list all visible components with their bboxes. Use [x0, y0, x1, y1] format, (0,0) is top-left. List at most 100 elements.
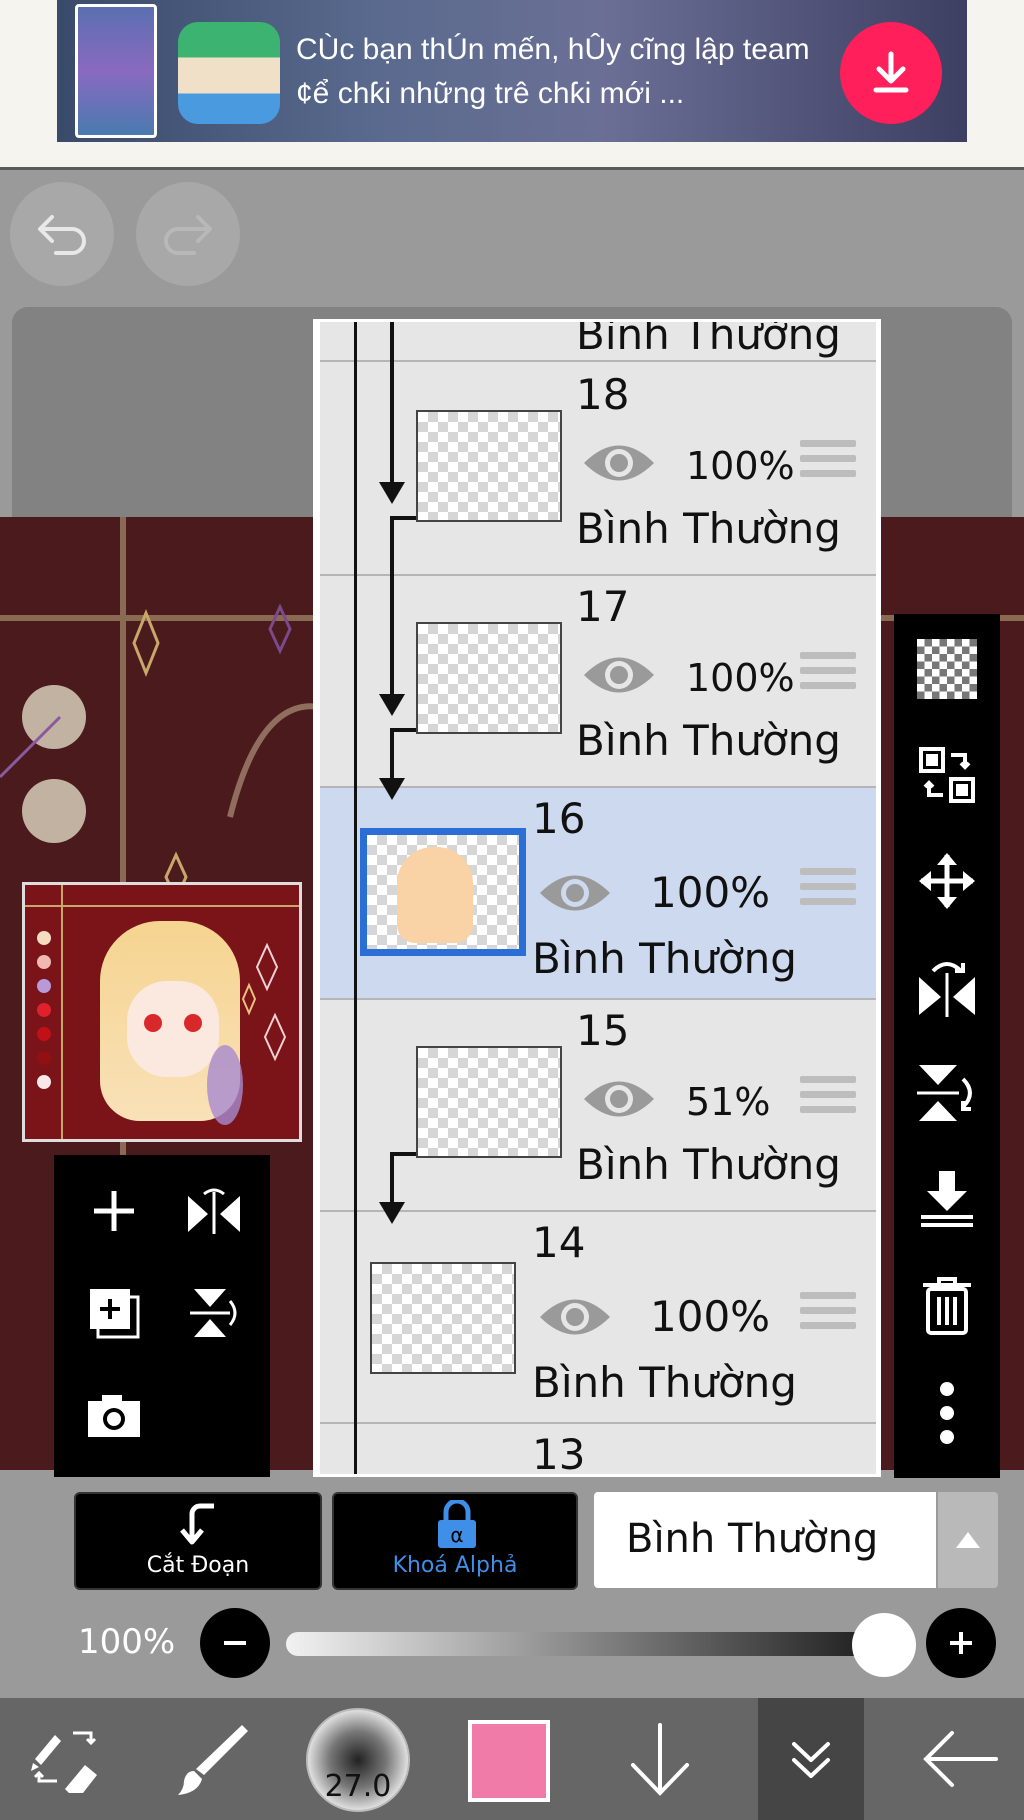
eye-icon[interactable] [582, 438, 656, 488]
swap-layer-icon [919, 747, 975, 803]
ad-banner[interactable]: CÙc bạn thÚn mến, hÛy cĩng lập team ¢ể c… [0, 0, 1024, 170]
merge-down-icon [921, 1171, 973, 1227]
clipping-icon [180, 1503, 214, 1545]
flip-v-icon [190, 1289, 237, 1337]
clip-arrow-head [379, 778, 405, 800]
tool-switch-button[interactable] [10, 1698, 120, 1820]
arrow-down-icon [631, 1723, 689, 1796]
opacity-value: 100% [78, 1622, 176, 1662]
duplicate-layer-button[interactable] [68, 1267, 160, 1359]
layer-thumbnail [416, 410, 562, 522]
drag-handle-icon[interactable] [800, 1292, 856, 1336]
eye-icon[interactable] [582, 650, 656, 700]
move-icon [919, 853, 975, 909]
layer-row-partial[interactable]: 13 [320, 1424, 876, 1477]
layer-blend-mode: Bình Thường [576, 504, 841, 553]
delete-layer-button[interactable] [908, 1266, 986, 1344]
layer-blend-mode: Bình Thường [576, 716, 841, 765]
layer-quick-panel [54, 1155, 270, 1477]
layer-tree-line [354, 322, 357, 1474]
alpha-lock-label: Khoá Alphả [392, 1553, 518, 1578]
camera-button[interactable] [68, 1369, 160, 1461]
download-button[interactable] [840, 22, 942, 124]
duplicate-layer-icon [90, 1289, 140, 1339]
transparency-button[interactable] [908, 630, 986, 708]
swap-layer-button[interactable] [908, 736, 986, 814]
drag-handle-icon[interactable] [800, 652, 856, 696]
layer-row[interactable]: 15 51% Bình Thường [320, 1000, 876, 1212]
layer-panel[interactable]: Bình Thường 18 100% Bình Thường 17 100% [313, 319, 881, 1477]
layer-row-selected[interactable]: 16 100% Bình Thường [320, 788, 876, 1000]
layer-opacity: 100% [650, 1292, 771, 1341]
layer-opacity: 100% [686, 444, 795, 488]
more-icon [940, 1382, 954, 1444]
ad-text: CÙc bạn thÚn mến, hÛy cĩng lập team ¢ể c… [296, 33, 810, 110]
merge-down-button[interactable] [908, 1160, 986, 1238]
arrow-left-icon [923, 1731, 998, 1787]
layer-row[interactable]: 14 100% Bình Thường [320, 1212, 876, 1424]
back-button[interactable] [900, 1698, 1020, 1820]
flip-horizontal-button[interactable] [908, 948, 986, 1026]
alpha-lock-button[interactable]: α Khoá Alphả [332, 1492, 578, 1590]
brush-tool-button[interactable] [160, 1698, 260, 1820]
layer-number: 15 [576, 1006, 630, 1055]
drag-handle-icon[interactable] [800, 1076, 856, 1120]
opacity-increase-button[interactable] [926, 1608, 996, 1678]
clip-arrow [390, 322, 394, 482]
opacity-slider-handle[interactable] [852, 1613, 916, 1677]
clip-arrow-head [379, 1202, 405, 1224]
color-picker-button[interactable] [468, 1720, 550, 1802]
clip-arrow-head [379, 482, 405, 504]
flip-v-button[interactable] [168, 1267, 260, 1359]
clip-arrow [390, 728, 394, 778]
plus-icon [950, 1632, 972, 1654]
layer-blend-mode: Bình Thường [576, 319, 841, 359]
brush-size-value: 27.0 [324, 1769, 392, 1804]
layer-row[interactable]: 17 100% Bình Thường [320, 576, 876, 788]
layer-list[interactable]: Bình Thường 18 100% Bình Thường 17 100% [320, 322, 876, 1474]
layer-thumbnail [360, 828, 526, 956]
eye-icon[interactable] [538, 1292, 612, 1342]
undo-button[interactable] [10, 182, 114, 286]
more-options-button[interactable] [908, 1374, 986, 1452]
eye-icon[interactable] [538, 868, 612, 918]
layer-opacity: 51% [686, 1080, 771, 1124]
move-down-button[interactable] [610, 1698, 710, 1820]
undo-icon [38, 215, 86, 255]
blend-mode-dropdown-button[interactable] [938, 1492, 998, 1588]
minus-icon [224, 1641, 246, 1645]
layer-row[interactable]: 18 100% Bình Thường [320, 364, 876, 576]
chevron-up-icon [956, 1532, 980, 1548]
blend-mode-value: Bình Thường [626, 1516, 879, 1562]
brush-icon [178, 1725, 248, 1795]
opacity-slider[interactable] [286, 1632, 886, 1656]
flip-h-button[interactable] [168, 1165, 260, 1257]
opacity-decrease-button[interactable] [200, 1608, 270, 1678]
layer-row-partial[interactable]: Bình Thường [320, 319, 876, 362]
add-layer-button[interactable] [68, 1165, 160, 1257]
drag-handle-icon[interactable] [800, 440, 856, 484]
clip-arrow [390, 1152, 394, 1202]
eye-icon[interactable] [582, 1074, 656, 1124]
layer-number: 14 [532, 1218, 586, 1267]
camera-icon [88, 1395, 140, 1437]
preview-decoration [144, 942, 287, 1125]
layer-number: 13 [532, 1430, 586, 1477]
layer-menu-button[interactable] [758, 1698, 864, 1820]
blend-mode-select[interactable]: Bình Thường [594, 1492, 936, 1588]
layer-thumbnail-content [397, 847, 473, 943]
flip-vertical-button[interactable] [908, 1054, 986, 1132]
brush-eraser-swap-icon [31, 1731, 97, 1793]
layer-number: 16 [532, 794, 586, 843]
brush-size-button[interactable]: 27.0 [306, 1708, 410, 1812]
layer-thumbnail [416, 622, 562, 734]
move-button[interactable] [908, 842, 986, 920]
clipping-button[interactable]: Cắt Đoạn [74, 1492, 322, 1590]
drag-handle-icon[interactable] [800, 868, 856, 912]
redo-button[interactable] [136, 182, 240, 286]
layer-opacity: 100% [686, 656, 795, 700]
flip-h-icon [188, 1188, 240, 1234]
layer-blend-mode: Bình Thường [576, 1140, 841, 1189]
layer-blend-mode: Bình Thường [532, 1358, 797, 1407]
layer-opacity: 100% [650, 868, 771, 917]
